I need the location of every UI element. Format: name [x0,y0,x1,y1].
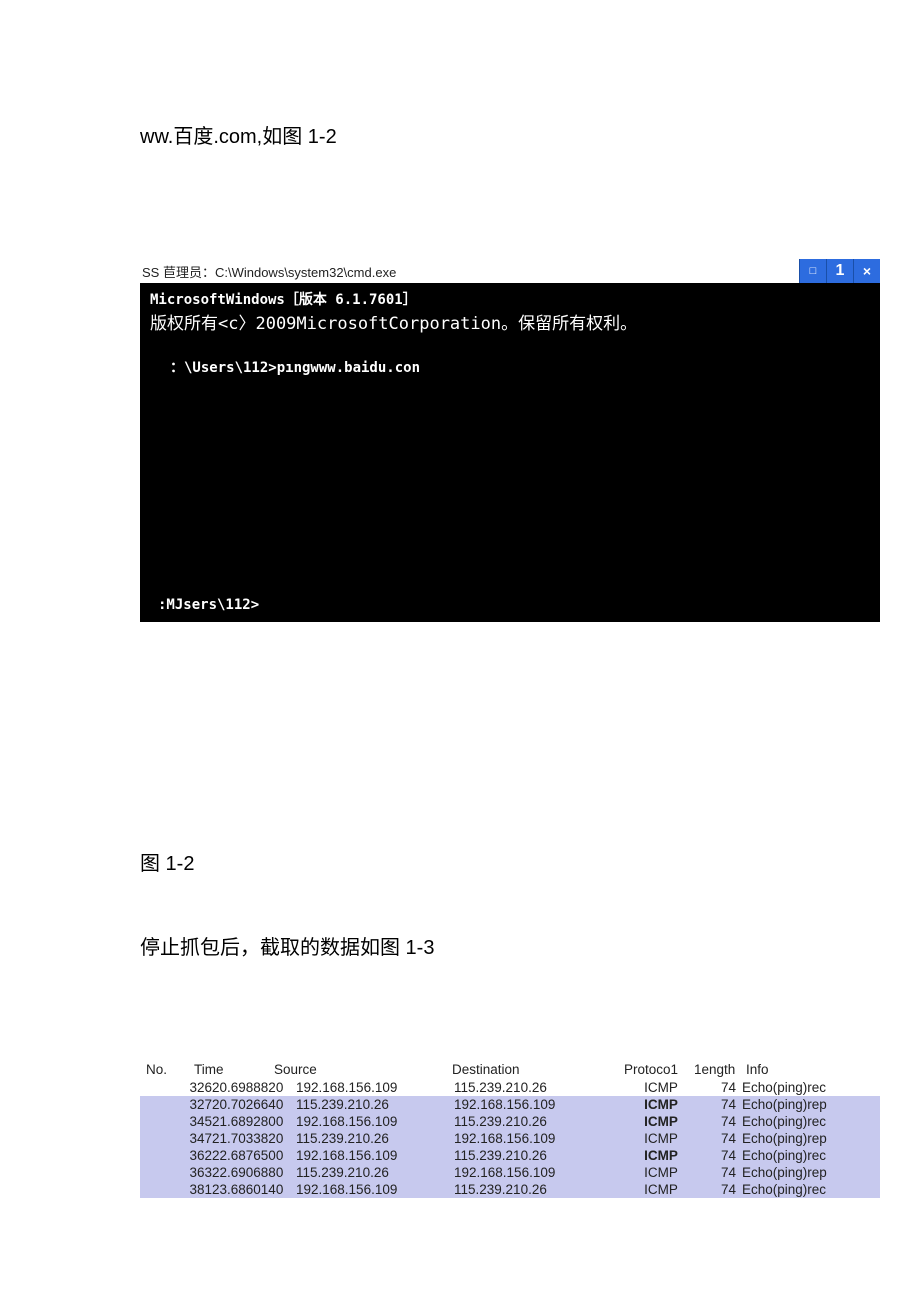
cell-length: 74 [696,1182,742,1197]
cell-no: 363 [140,1165,212,1180]
table-row[interactable]: 327 20.7026640115.239.210.26192.168.156.… [140,1096,880,1113]
cell-source: 115.239.210.26 [296,1097,454,1112]
cell-destination: 115.239.210.26 [454,1148,626,1163]
cell-protocol: ICMP [626,1148,696,1163]
cell-time: 22.6906880 [212,1165,296,1180]
cell-length: 74 [696,1148,742,1163]
col-header-time: Time [194,1062,274,1077]
cell-info: Echo(ping)rep [742,1165,880,1180]
cmd-window-controls: □ 1 × [799,259,880,283]
cmd-title-path: C:\Windows\system32\cmd.exe [215,265,396,280]
col-header-length: 1ength [694,1062,746,1077]
packet-header-row: No. Time Source Destination Protoco1 1en… [140,1060,880,1079]
cell-protocol: ICMP [626,1131,696,1146]
minimize-button[interactable]: □ [799,259,826,283]
cell-length: 74 [696,1114,742,1129]
cell-info: Echo(ping)rep [742,1131,880,1146]
col-header-protocol: Protoco1 [624,1062,694,1077]
cell-time: 20.7026640 [212,1097,296,1112]
cell-time: 21.6892800 [212,1114,296,1129]
cell-length: 74 [696,1080,742,1095]
table-row[interactable]: 347 21.7033820115.239.210.26192.168.156.… [140,1130,880,1147]
body-text-2: 停止抓包后，截取的数据如图 1-3 [140,931,780,960]
cell-source: 192.168.156.109 [296,1114,454,1129]
cell-info: Echo(ping)rec [742,1148,880,1163]
cell-length: 74 [696,1165,742,1180]
packet-table: No. Time Source Destination Protoco1 1en… [140,1060,880,1198]
cmd-window: SS 苣理员：C:\Windows\system32\cmd.exe □ 1 ×… [140,259,880,622]
cmd-title-prefix: SS 苣理员： [142,265,215,280]
cell-time: 21.7033820 [212,1131,296,1146]
cell-no: 347 [140,1131,212,1146]
cell-protocol: ICMP [626,1182,696,1197]
figure-caption-1-2: 图 1-2 [140,847,780,876]
cell-info: Echo(ping)rec [742,1114,880,1129]
cell-no: 326 [140,1080,212,1095]
cell-time: 23.6860140 [212,1182,296,1197]
cell-info: Echo(ping)rec [742,1080,880,1095]
cmd-line-copyright: 版权所有<c〉2009MicrosoftCorporation。保留所有权利。 [150,311,870,338]
table-row[interactable]: 363 22.6906880115.239.210.26192.168.156.… [140,1164,880,1181]
table-row[interactable]: 362 22.6876500192.168.156.109115.239.210… [140,1147,880,1164]
cell-destination: 115.239.210.26 [454,1182,626,1197]
cell-destination: 192.168.156.109 [454,1131,626,1146]
col-header-destination: Destination [452,1062,624,1077]
cell-info: Echo(ping)rec [742,1182,880,1197]
cell-protocol: ICMP [626,1114,696,1129]
cell-no: 381 [140,1182,212,1197]
cell-source: 115.239.210.26 [296,1165,454,1180]
cmd-line-ping: ：\Users\112>pıngwww.baidu.con [150,357,870,379]
cell-no: 362 [140,1148,212,1163]
maximize-button[interactable]: 1 [826,259,853,283]
col-header-info: Info [746,1062,880,1077]
cell-source: 192.168.156.109 [296,1182,454,1197]
cell-length: 74 [696,1131,742,1146]
cell-destination: 192.168.156.109 [454,1097,626,1112]
cmd-line-version: MicrosoftWindows［版本 6.1.7601］ [150,289,870,311]
cell-protocol: ICMP [626,1097,696,1112]
cell-no: 345 [140,1114,212,1129]
cell-source: 115.239.210.26 [296,1131,454,1146]
cell-destination: 192.168.156.109 [454,1165,626,1180]
cell-length: 74 [696,1097,742,1112]
body-text-1: ww.百度.com,如图 1-2 [140,120,780,149]
cmd-body: MicrosoftWindows［版本 6.1.7601］ 版权所有<c〉200… [140,283,880,622]
table-row[interactable]: 345 21.6892800192.168.156.109115.239.210… [140,1113,880,1130]
col-header-source: Source [274,1062,452,1077]
cell-no: 327 [140,1097,212,1112]
cell-info: Echo(ping)rep [742,1097,880,1112]
cmd-titlebar: SS 苣理员：C:\Windows\system32\cmd.exe □ 1 × [140,259,880,283]
col-header-no: No. [140,1062,194,1077]
cell-source: 192.168.156.109 [296,1148,454,1163]
cell-source: 192.168.156.109 [296,1080,454,1095]
table-row[interactable]: 381 23.6860140192.168.156.109115.239.210… [140,1181,880,1198]
cell-destination: 115.239.210.26 [454,1080,626,1095]
cell-protocol: ICMP [626,1165,696,1180]
cell-time: 20.6988820 [212,1080,296,1095]
cmd-line-prompt: :MJsers\112> [150,594,870,616]
close-button[interactable]: × [853,259,880,283]
cell-protocol: ICMP [626,1080,696,1095]
table-row[interactable]: 326 20.6988820192.168.156.109115.239.210… [140,1079,880,1096]
cell-time: 22.6876500 [212,1148,296,1163]
cell-destination: 115.239.210.26 [454,1114,626,1129]
cmd-title: SS 苣理员：C:\Windows\system32\cmd.exe [140,262,396,281]
